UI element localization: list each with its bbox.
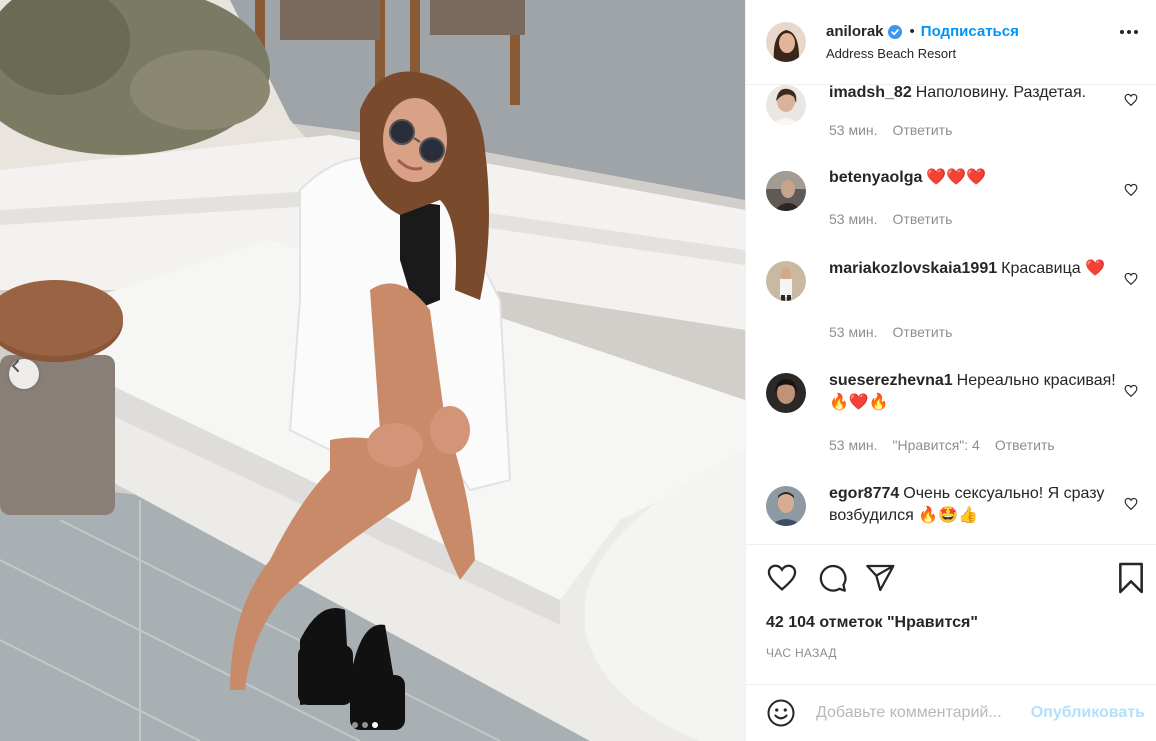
verified-badge-icon	[887, 24, 902, 39]
comment-username[interactable]: sueserezhevna1	[829, 372, 953, 389]
commenter-avatar[interactable]	[766, 373, 806, 413]
post-header: anilorak • Подписаться Address Beach Res…	[746, 0, 1156, 85]
commenter-avatar[interactable]	[766, 261, 806, 301]
post-location[interactable]: Address Beach Resort	[826, 46, 1019, 61]
comment-text: ❤️❤️❤️	[926, 169, 987, 186]
likes-count[interactable]: 42 104 отметок "Нравится"	[766, 614, 978, 632]
comment-like-heart-icon[interactable]	[1124, 272, 1138, 289]
comment-username[interactable]: egor8774	[829, 485, 899, 502]
like-heart-icon[interactable]	[766, 562, 798, 597]
avatar-image	[766, 261, 806, 301]
emoji-icon[interactable]	[766, 697, 798, 729]
chevron-left-icon	[11, 360, 19, 372]
separator-dot: •	[909, 23, 915, 40]
commenter-avatar[interactable]	[766, 486, 806, 526]
reply-button[interactable]: Ответить	[893, 211, 953, 227]
comment-text: Наполовину. Раздетая.	[915, 85, 1087, 101]
commenter-avatar[interactable]	[766, 171, 806, 211]
reply-button[interactable]: Ответить	[995, 437, 1055, 453]
avatar-image	[766, 171, 806, 211]
follow-button[interactable]: Подписаться	[921, 23, 1019, 40]
comments-list[interactable]: imadsh_82 Наполовину. Раздетая. 53 мин. О…	[746, 85, 1156, 544]
send-icon[interactable]	[864, 562, 896, 597]
carousel-dot	[352, 722, 358, 728]
carousel-dot-active	[372, 722, 378, 728]
comment-time[interactable]: 53 мин.	[829, 211, 878, 227]
comment-like-heart-icon[interactable]	[1124, 384, 1138, 401]
avatar-image	[766, 22, 806, 62]
comment-likes-count[interactable]: "Нравится": 4	[893, 437, 980, 453]
author-username[interactable]: anilorak	[826, 23, 884, 40]
comment-like-heart-icon[interactable]	[1124, 497, 1138, 514]
commenter-avatar[interactable]	[766, 85, 806, 125]
post-time[interactable]: ЧАС НАЗАД	[766, 646, 837, 660]
publish-button[interactable]: Опубликовать	[1031, 704, 1145, 722]
reply-button[interactable]: Ответить	[893, 324, 953, 340]
author-avatar[interactable]	[766, 22, 806, 62]
comment-icon[interactable]	[816, 562, 848, 597]
post-sidebar: anilorak • Подписаться Address Beach Res…	[745, 0, 1156, 741]
comment-time[interactable]: 53 мин.	[829, 122, 878, 138]
comment-like-heart-icon[interactable]	[1124, 93, 1138, 110]
avatar-image	[766, 486, 806, 526]
avatar-image	[766, 373, 806, 413]
carousel-dots	[352, 722, 378, 728]
carousel-dot	[362, 722, 368, 728]
more-options-icon[interactable]	[1120, 30, 1138, 34]
post-actions-bar	[746, 544, 1156, 604]
previous-photo-button[interactable]	[9, 359, 39, 389]
comment-username[interactable]: betenyaolga	[829, 169, 922, 186]
comment-username[interactable]: imadsh_82	[829, 85, 912, 101]
comment-like-heart-icon[interactable]	[1124, 183, 1138, 200]
comment-time[interactable]: 53 мин.	[829, 324, 878, 340]
comment-username[interactable]: mariakozlovskaia1991	[829, 260, 997, 277]
photo-illustration	[0, 0, 745, 741]
comment-time[interactable]: 53 мин.	[829, 437, 878, 453]
bookmark-icon[interactable]	[1116, 562, 1146, 597]
reply-button[interactable]: Ответить	[893, 122, 953, 138]
post-photo[interactable]	[0, 0, 745, 741]
avatar-image	[766, 85, 806, 125]
comment-text: Красавица ❤️	[1001, 260, 1106, 277]
add-comment-bar: Опубликовать	[746, 684, 1156, 741]
comment-input[interactable]	[816, 704, 1031, 722]
